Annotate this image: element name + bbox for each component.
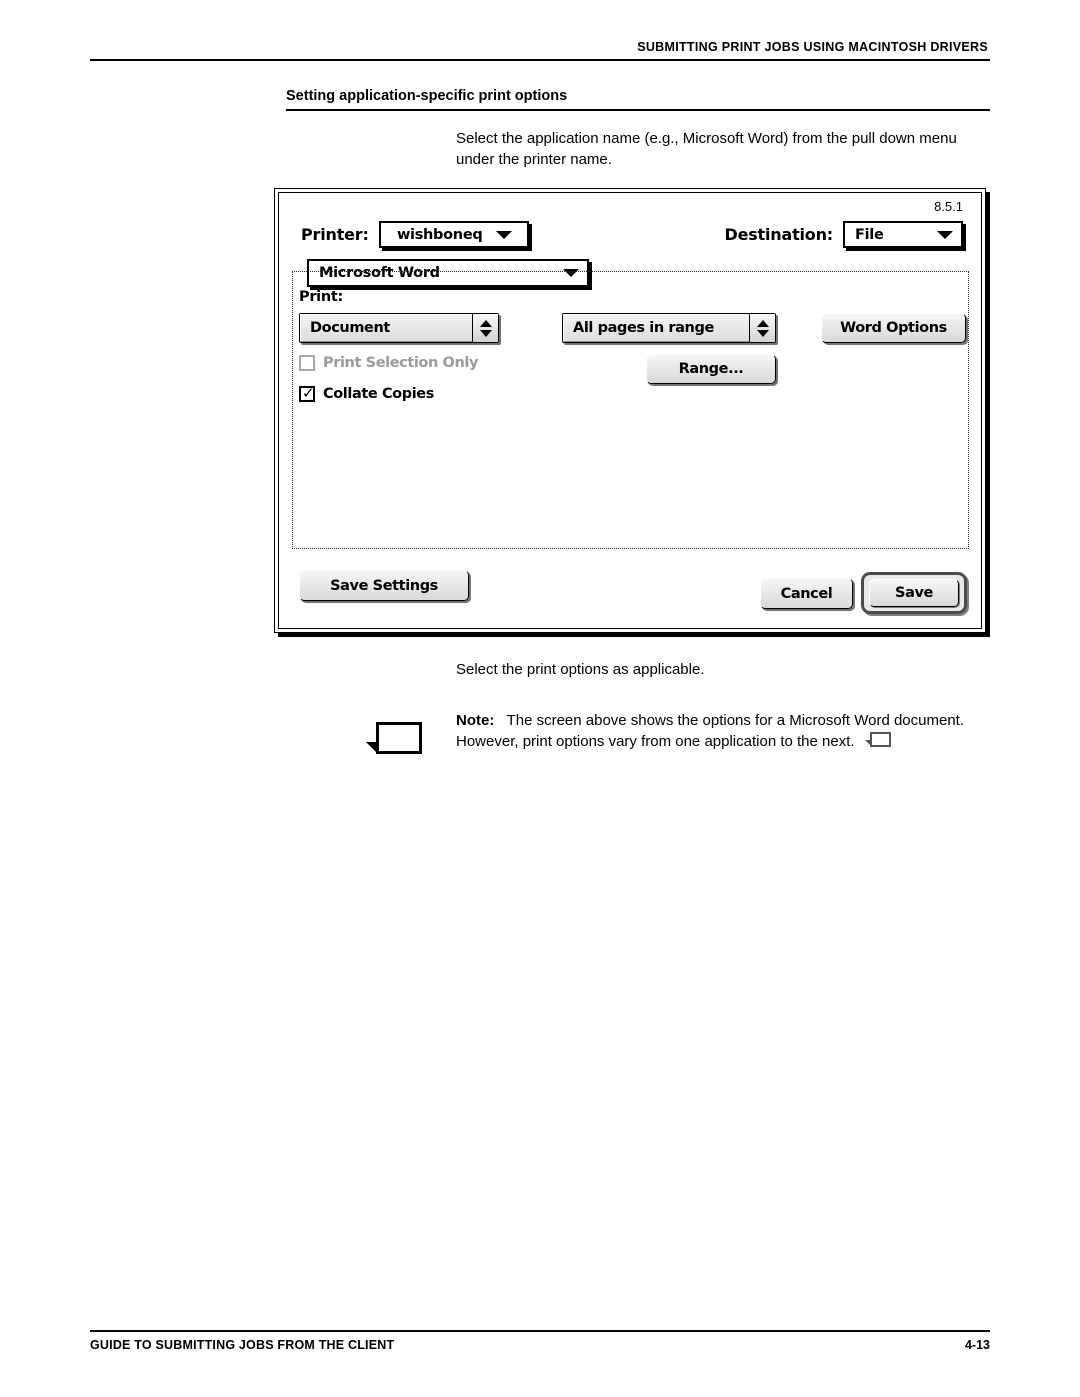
collate-copies-checkbox-row[interactable]: ✓ Collate Copies [299, 386, 434, 402]
pages-range-stepper[interactable] [749, 314, 775, 342]
note-block: Note: The screen above shows the options… [366, 710, 996, 754]
save-button-default-ring: Save [861, 572, 967, 614]
checkmark-icon: ✓ [302, 384, 315, 402]
save-button-label: Save [895, 585, 933, 601]
print-dialog-inner-frame: 8.5.1 Printer: wishboneq Destination: Fi… [278, 192, 982, 629]
print-scope-popup-face: Document [300, 314, 472, 342]
print-scope-popup-value: Document [310, 320, 390, 336]
note-end-marker-box [869, 732, 891, 747]
range-button[interactable]: Range... [646, 354, 776, 384]
select-print-options-paragraph: Select the print options as applicable. [456, 661, 705, 678]
note-text: Note: The screen above shows the options… [456, 710, 996, 752]
header-rule [90, 59, 990, 61]
print-section-label: Print: [299, 289, 344, 305]
destination-pulldown-value: File [855, 226, 884, 243]
printer-label: Printer: [301, 225, 369, 244]
note-label: Note: [456, 712, 495, 729]
print-scope-stepper[interactable] [472, 314, 498, 342]
print-selection-only-checkbox[interactable] [299, 355, 315, 371]
destination-pulldown[interactable]: File [843, 221, 963, 248]
word-options-button-label: Word Options [840, 320, 947, 336]
chevron-down-icon [496, 230, 513, 239]
save-settings-button[interactable]: Save Settings [299, 570, 469, 601]
page-number: 4-13 [964, 1338, 990, 1352]
section-rule [286, 109, 990, 111]
intro-paragraph: Select the application name (e.g., Micro… [456, 130, 957, 168]
printer-pulldown[interactable]: wishboneq [378, 221, 529, 248]
pages-range-popup-face: All pages in range [563, 314, 749, 342]
print-dialog: 8.5.1 Printer: wishboneq Destination: Fi… [274, 188, 986, 633]
triangle-up-icon [756, 319, 769, 327]
running-header-title: SUBMITTING PRINT JOBS USING MACINTOSH DR… [637, 40, 988, 54]
footer-row: GUIDE TO SUBMITTING JOBS FROM THE CLIENT… [90, 1338, 990, 1352]
print-selection-only-label: Print Selection Only [323, 355, 479, 371]
destination-row: Destination: File [724, 221, 963, 248]
cancel-button-label: Cancel [780, 585, 833, 602]
chevron-down-icon [937, 230, 953, 239]
pages-range-popup-value: All pages in range [573, 320, 714, 336]
section-heading: Setting application-specific print optio… [286, 88, 990, 111]
collate-copies-checkbox[interactable]: ✓ [299, 386, 315, 402]
pages-range-popup[interactable]: All pages in range [562, 313, 776, 343]
note-icon-wrapper [366, 722, 428, 762]
note-flag-icon [366, 722, 422, 762]
print-selection-only-checkbox-row[interactable]: Print Selection Only [299, 355, 478, 371]
page-footer: GUIDE TO SUBMITTING JOBS FROM THE CLIENT… [90, 1330, 990, 1352]
triangle-down-icon [479, 329, 492, 337]
destination-label: Destination: [724, 225, 834, 244]
save-settings-button-label: Save Settings [330, 577, 438, 594]
footer-rule [90, 1330, 990, 1332]
footer-title: GUIDE TO SUBMITTING JOBS FROM THE CLIENT [90, 1338, 395, 1352]
note-flag-icon-tail [366, 742, 378, 754]
driver-version-label: 8.5.1 [934, 199, 963, 214]
note-flag-icon-box [376, 722, 422, 754]
save-button[interactable]: Save [869, 579, 959, 607]
print-scope-popup[interactable]: Document [299, 313, 499, 343]
note-end-marker-tail [864, 740, 871, 746]
page-title: Setting application-specific print optio… [286, 88, 568, 104]
note-end-marker-icon [864, 732, 891, 749]
triangle-down-icon [756, 329, 769, 337]
page-header: SUBMITTING PRINT JOBS USING MACINTOSH DR… [90, 40, 990, 61]
word-options-button[interactable]: Word Options [821, 313, 966, 343]
printer-row: Printer: wishboneq [301, 221, 529, 248]
collate-copies-label: Collate Copies [323, 386, 434, 402]
range-button-label: Range... [678, 361, 744, 377]
cancel-button[interactable]: Cancel [760, 578, 853, 609]
printer-pulldown-value: wishboneq [396, 226, 483, 243]
triangle-up-icon [479, 319, 492, 327]
